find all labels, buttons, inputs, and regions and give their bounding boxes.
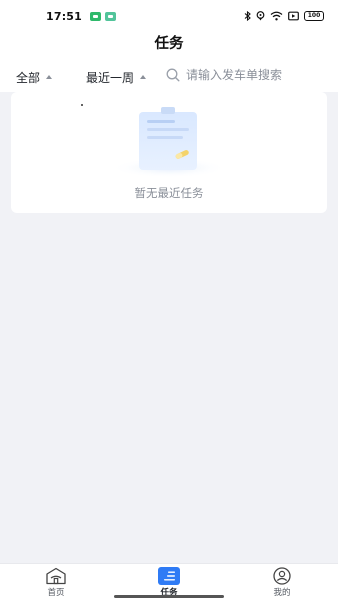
status-filter-dropdown[interactable]: 全部 [16, 69, 53, 86]
cast-icon [288, 11, 299, 21]
search-input[interactable] [186, 68, 338, 82]
battery-level: 100 [307, 12, 321, 19]
page-header: 任务 [0, 32, 338, 62]
tab-home[interactable]: 首页 [26, 567, 86, 598]
search-box[interactable] [166, 68, 338, 82]
task-list-icon [158, 567, 180, 585]
stray-dot [81, 104, 83, 106]
status-bar: 17:51 100 [0, 0, 338, 32]
battery-icon: 100 [304, 11, 324, 21]
location-icon [256, 11, 265, 21]
notification-icon [90, 11, 102, 21]
filter-bar: 全部 最近一周 [0, 62, 338, 92]
caret-up-icon [46, 75, 53, 79]
home-indicator [114, 595, 224, 598]
tab-home-label: 首页 [47, 588, 65, 598]
tab-tasks[interactable]: 任务 [139, 567, 199, 598]
caret-up-icon [140, 75, 147, 79]
empty-clipboard-illustration [111, 107, 227, 178]
tab-profile[interactable]: 我的 [252, 567, 312, 598]
status-filter-label: 全部 [16, 71, 41, 85]
empty-state-card: 暂无最近任务 [11, 92, 327, 213]
notification-icon [105, 11, 117, 21]
time-range-dropdown[interactable]: 最近一周 [86, 69, 147, 86]
tab-profile-label: 我的 [273, 588, 291, 598]
status-icons: 100 [244, 11, 324, 21]
bluetooth-icon [244, 11, 251, 21]
page-title: 任务 [154, 36, 184, 52]
profile-icon [273, 567, 291, 585]
wifi-icon [270, 11, 283, 21]
status-time: 17:51 [46, 9, 83, 23]
time-range-label: 最近一周 [86, 71, 135, 85]
empty-state-message: 暂无最近任务 [134, 186, 204, 200]
home-icon [46, 567, 66, 585]
search-icon [166, 68, 180, 82]
